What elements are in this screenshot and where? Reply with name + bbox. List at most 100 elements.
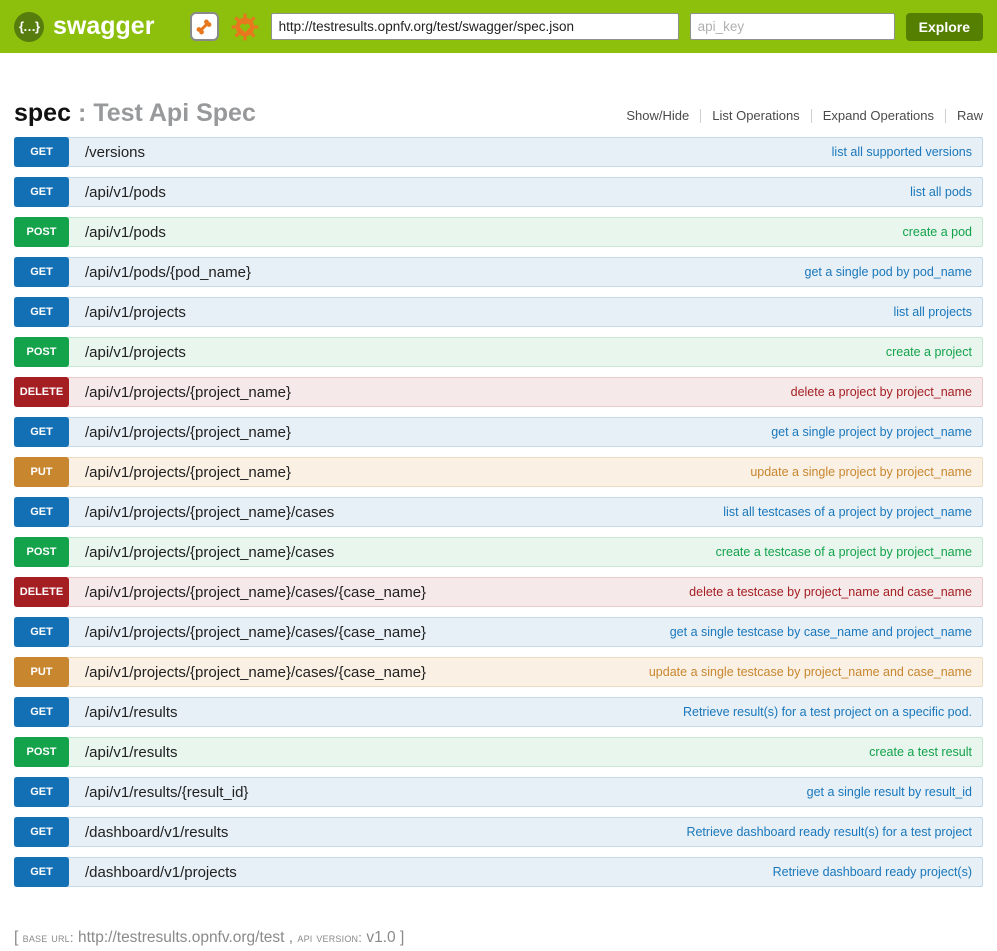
top-bar: {…} swagger — [0, 0, 997, 53]
operation-path[interactable]: /api/v1/pods — [85, 224, 166, 241]
operation-path[interactable]: /api/v1/projects — [85, 344, 186, 361]
method-badge: GET — [14, 857, 69, 887]
method-badge: POST — [14, 537, 69, 567]
page: {…} swagger — [0, 0, 997, 951]
method-badge: GET — [14, 417, 69, 447]
base-url-label: base url: — [23, 930, 74, 945]
operation-path[interactable]: /api/v1/projects/{project_name} — [85, 464, 291, 481]
operation-path[interactable]: /api/v1/pods — [85, 184, 166, 201]
operation-path[interactable]: /api/v1/results — [85, 744, 178, 761]
explore-button[interactable]: Explore — [906, 13, 983, 41]
operation-summary[interactable]: get a single pod by pod_name — [805, 265, 973, 279]
operation-path[interactable]: /api/v1/projects/{project_name}/cases/{c… — [85, 584, 426, 601]
base-url-value: http://testresults.opnfv.org/test — [78, 929, 284, 946]
operation-row[interactable]: GET /dashboard/v1/projects Retrieve dash… — [14, 857, 983, 887]
method-badge: GET — [14, 497, 69, 527]
operation-summary[interactable]: Retrieve result(s) for a test project on… — [683, 705, 972, 719]
operation-row[interactable]: POST /api/v1/projects create a project — [14, 337, 983, 367]
operations-list: GET /versions list all supported version… — [0, 137, 997, 887]
method-badge: GET — [14, 257, 69, 287]
operation-row[interactable]: GET /api/v1/pods list all pods — [14, 177, 983, 207]
method-badge: PUT — [14, 657, 69, 687]
operation-row[interactable]: GET /api/v1/results Retrieve result(s) f… — [14, 697, 983, 727]
operation-row[interactable]: GET /versions list all supported version… — [14, 137, 983, 167]
operation-row[interactable]: POST /api/v1/projects/{project_name}/cas… — [14, 537, 983, 567]
resource-header: spec : Test Api Spec Show/Hide List Oper… — [14, 99, 983, 128]
operation-path[interactable]: /api/v1/projects/{project_name} — [85, 424, 291, 441]
operation-summary[interactable]: list all supported versions — [832, 145, 972, 159]
operation-path[interactable]: /api/v1/pods/{pod_name} — [85, 264, 251, 281]
operation-path[interactable]: /api/v1/projects/{project_name}/cases/{c… — [85, 624, 426, 641]
operation-row[interactable]: DELETE /api/v1/projects/{project_name}/c… — [14, 577, 983, 607]
operation-row[interactable]: POST /api/v1/results create a test resul… — [14, 737, 983, 767]
operation-row[interactable]: DELETE /api/v1/projects/{project_name} d… — [14, 377, 983, 407]
action-expand-operations[interactable]: Expand Operations — [811, 109, 945, 123]
operation-row[interactable]: PUT /api/v1/projects/{project_name} upda… — [14, 457, 983, 487]
operation-summary[interactable]: create a testcase of a project by projec… — [716, 545, 972, 559]
api-key-input[interactable] — [690, 13, 895, 40]
operation-path[interactable]: /versions — [85, 144, 145, 161]
resource-name[interactable]: spec — [14, 99, 71, 128]
operation-row[interactable]: GET /api/v1/projects/{project_name}/case… — [14, 497, 983, 527]
method-badge: GET — [14, 137, 69, 167]
footer-bracket-close: ] — [400, 929, 404, 946]
operation-summary[interactable]: list all pods — [910, 185, 972, 199]
method-badge: GET — [14, 177, 69, 207]
operation-path[interactable]: /api/v1/projects/{project_name}/cases/{c… — [85, 664, 426, 681]
gear-heart-icon — [231, 13, 259, 41]
method-badge: DELETE — [14, 377, 69, 407]
topbar-tools: Explore — [190, 12, 983, 42]
operation-path[interactable]: /dashboard/v1/results — [85, 824, 228, 841]
operation-summary[interactable]: get a single project by project_name — [771, 425, 972, 439]
api-version-label: api version: — [297, 930, 362, 945]
method-badge: GET — [14, 777, 69, 807]
operation-summary[interactable]: create a test result — [869, 745, 972, 759]
action-list-operations[interactable]: List Operations — [700, 109, 810, 123]
method-badge: GET — [14, 617, 69, 647]
method-badge: DELETE — [14, 577, 69, 607]
action-raw[interactable]: Raw — [945, 109, 983, 123]
operation-path[interactable]: /api/v1/results — [85, 704, 178, 721]
operation-summary[interactable]: list all testcases of a project by proje… — [723, 505, 972, 519]
operation-summary[interactable]: Retrieve dashboard ready project(s) — [773, 865, 972, 879]
operation-row[interactable]: GET /api/v1/projects/{project_name}/case… — [14, 617, 983, 647]
operation-path[interactable]: /api/v1/projects — [85, 304, 186, 321]
operation-summary[interactable]: delete a testcase by project_name and ca… — [689, 585, 972, 599]
operation-path[interactable]: /dashboard/v1/projects — [85, 864, 237, 881]
bone-icon — [193, 16, 215, 38]
brand-title: swagger — [53, 12, 154, 41]
operation-summary[interactable]: get a single testcase by case_name and p… — [670, 625, 972, 639]
operation-path[interactable]: /api/v1/projects/{project_name}/cases — [85, 504, 334, 521]
operation-path[interactable]: /api/v1/results/{result_id} — [85, 784, 248, 801]
operation-row[interactable]: GET /api/v1/pods/{pod_name} get a single… — [14, 257, 983, 287]
operation-summary[interactable]: create a project — [886, 345, 972, 359]
method-badge: GET — [14, 817, 69, 847]
action-show-hide[interactable]: Show/Hide — [615, 109, 700, 123]
operation-summary[interactable]: update a single testcase by project_name… — [649, 665, 972, 679]
method-badge: GET — [14, 297, 69, 327]
operation-row[interactable]: PUT /api/v1/projects/{project_name}/case… — [14, 657, 983, 687]
method-badge: PUT — [14, 457, 69, 487]
operation-row[interactable]: GET /dashboard/v1/results Retrieve dashb… — [14, 817, 983, 847]
operation-row[interactable]: POST /api/v1/pods create a pod — [14, 217, 983, 247]
operation-row[interactable]: GET /api/v1/results/{result_id} get a si… — [14, 777, 983, 807]
operation-summary[interactable]: get a single result by result_id — [807, 785, 972, 799]
operation-path[interactable]: /api/v1/projects/{project_name}/cases — [85, 544, 334, 561]
operation-summary[interactable]: update a single project by project_name — [750, 465, 972, 479]
swagger-logo-icon: {…} — [14, 12, 44, 42]
base-url-footer: [ base url: http://testresults.opnfv.org… — [14, 929, 983, 947]
gear-heart-button[interactable] — [230, 12, 260, 42]
operation-summary[interactable]: delete a project by project_name — [791, 385, 972, 399]
operation-summary[interactable]: create a pod — [903, 225, 973, 239]
operation-summary[interactable]: list all projects — [894, 305, 973, 319]
operation-path[interactable]: /api/v1/projects/{project_name} — [85, 384, 291, 401]
footer-separator: , — [289, 929, 293, 946]
operation-row[interactable]: GET /api/v1/projects list all projects — [14, 297, 983, 327]
operation-row[interactable]: GET /api/v1/projects/{project_name} get … — [14, 417, 983, 447]
operation-summary[interactable]: Retrieve dashboard ready result(s) for a… — [686, 825, 972, 839]
method-badge: POST — [14, 337, 69, 367]
swagger-logo[interactable]: {…} swagger — [14, 12, 154, 42]
spec-url-input[interactable] — [271, 13, 679, 40]
resource-colon: : — [78, 99, 86, 128]
bone-button[interactable] — [190, 12, 219, 41]
